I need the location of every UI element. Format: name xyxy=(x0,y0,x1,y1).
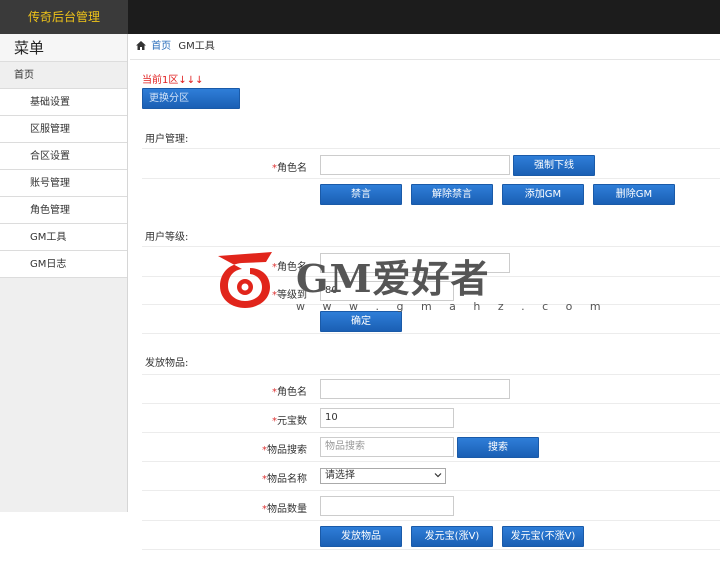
form-row: *物品名称 请选择 xyxy=(142,462,720,491)
item-name-select[interactable]: 请选择 xyxy=(320,468,446,484)
level-role-name-label: *角色名 xyxy=(272,262,307,273)
sidebar-item-role-management[interactable]: 角色管理 xyxy=(0,197,127,224)
item-role-name-label: *角色名 xyxy=(272,387,307,398)
breadcrumb-home-link[interactable]: 首页 xyxy=(151,41,171,52)
send-gold-vip-button[interactable]: 发元宝(涨V) xyxy=(411,526,493,547)
form-row: *角色名 强制下线 xyxy=(142,149,720,179)
item-search-input[interactable]: 物品搜索 xyxy=(320,437,454,457)
send-items-title: 发放物品: xyxy=(145,358,189,369)
level-role-name-input[interactable] xyxy=(320,253,510,273)
item-quantity-label: *物品数量 xyxy=(262,504,307,515)
item-name-label: *物品名称 xyxy=(262,474,307,485)
breadcrumb: 首页 GM工具 xyxy=(130,34,720,60)
confirm-level-button[interactable]: 确定 xyxy=(320,311,402,332)
user-management-form: *角色名 强制下线 禁言 解除禁言 添加GM 删除GM xyxy=(142,148,720,208)
form-row: *等级到 80 xyxy=(142,277,720,305)
user-role-name-input[interactable] xyxy=(320,155,510,175)
gold-amount-input[interactable]: 10 xyxy=(320,408,454,428)
ban-chat-button[interactable]: 禁言 xyxy=(320,184,402,205)
breadcrumb-current: GM工具 xyxy=(178,41,215,52)
user-level-form: *角色名 *等级到 80 确定 xyxy=(142,246,720,334)
send-gold-no-vip-button[interactable]: 发元宝(不涨V) xyxy=(502,526,584,547)
add-gm-button[interactable]: 添加GM xyxy=(502,184,584,205)
form-row: *物品搜索 物品搜索 搜索 xyxy=(142,433,720,462)
remove-gm-button[interactable]: 删除GM xyxy=(593,184,675,205)
form-row: *元宝数 10 xyxy=(142,404,720,433)
send-item-button[interactable]: 发放物品 xyxy=(320,526,402,547)
sidebar-item-gm-log[interactable]: GM日志 xyxy=(0,251,127,278)
level-to-label: *等级到 xyxy=(272,290,307,301)
sidebar-item-merge-settings[interactable]: 合区设置 xyxy=(0,143,127,170)
form-row: *物品数量 xyxy=(142,491,720,521)
sidebar: 菜单 首页 基础设置 区服管理 合区设置 账号管理 角色管理 GM工具 GM日志 xyxy=(0,34,128,512)
item-quantity-input[interactable] xyxy=(320,496,454,516)
user-management-title: 用户管理: xyxy=(145,134,189,145)
unban-chat-button[interactable]: 解除禁言 xyxy=(411,184,493,205)
form-row: 禁言 解除禁言 添加GM 删除GM xyxy=(142,179,720,209)
main-content: 首页 GM工具 当前1区↓↓↓ 更换分区 用户管理: *角色名 强制下线 禁言 … xyxy=(130,34,720,567)
role-name-label: *角色名 xyxy=(272,163,307,174)
gold-amount-label: *元宝数 xyxy=(272,416,307,427)
send-items-form: *角色名 *元宝数 10 *物品搜索 物品搜索 搜索 *物品名称 请选择 *物品… xyxy=(142,374,720,550)
sidebar-item-account-management[interactable]: 账号管理 xyxy=(0,170,127,197)
user-level-title: 用户等级: xyxy=(145,232,189,243)
item-search-label: *物品搜索 xyxy=(262,445,307,456)
change-zone-button[interactable]: 更换分区 xyxy=(142,88,240,109)
menu-title: 菜单 xyxy=(0,34,127,62)
form-row: 确定 xyxy=(142,305,720,335)
sidebar-item-server-management[interactable]: 区服管理 xyxy=(0,116,127,143)
form-row: *角色名 xyxy=(142,247,720,277)
sidebar-item-gm-tools[interactable]: GM工具 xyxy=(0,224,127,251)
force-offline-button[interactable]: 强制下线 xyxy=(513,155,595,176)
app-title[interactable]: 传奇后台管理 xyxy=(0,0,128,34)
chevron-down-icon xyxy=(434,473,442,478)
top-bar: 传奇后台管理 xyxy=(0,0,720,34)
item-name-selected: 请选择 xyxy=(325,470,355,481)
current-zone-text: 当前1区↓↓↓ xyxy=(142,75,204,86)
home-icon xyxy=(136,41,146,50)
sidebar-item-basic-settings[interactable]: 基础设置 xyxy=(0,89,127,116)
form-row: 发放物品 发元宝(涨V) 发元宝(不涨V) xyxy=(142,521,720,551)
level-input[interactable]: 80 xyxy=(320,281,454,301)
sidebar-item-home[interactable]: 首页 xyxy=(0,62,127,89)
item-search-button[interactable]: 搜索 xyxy=(457,437,539,458)
form-row: *角色名 xyxy=(142,375,720,404)
item-role-name-input[interactable] xyxy=(320,379,510,399)
